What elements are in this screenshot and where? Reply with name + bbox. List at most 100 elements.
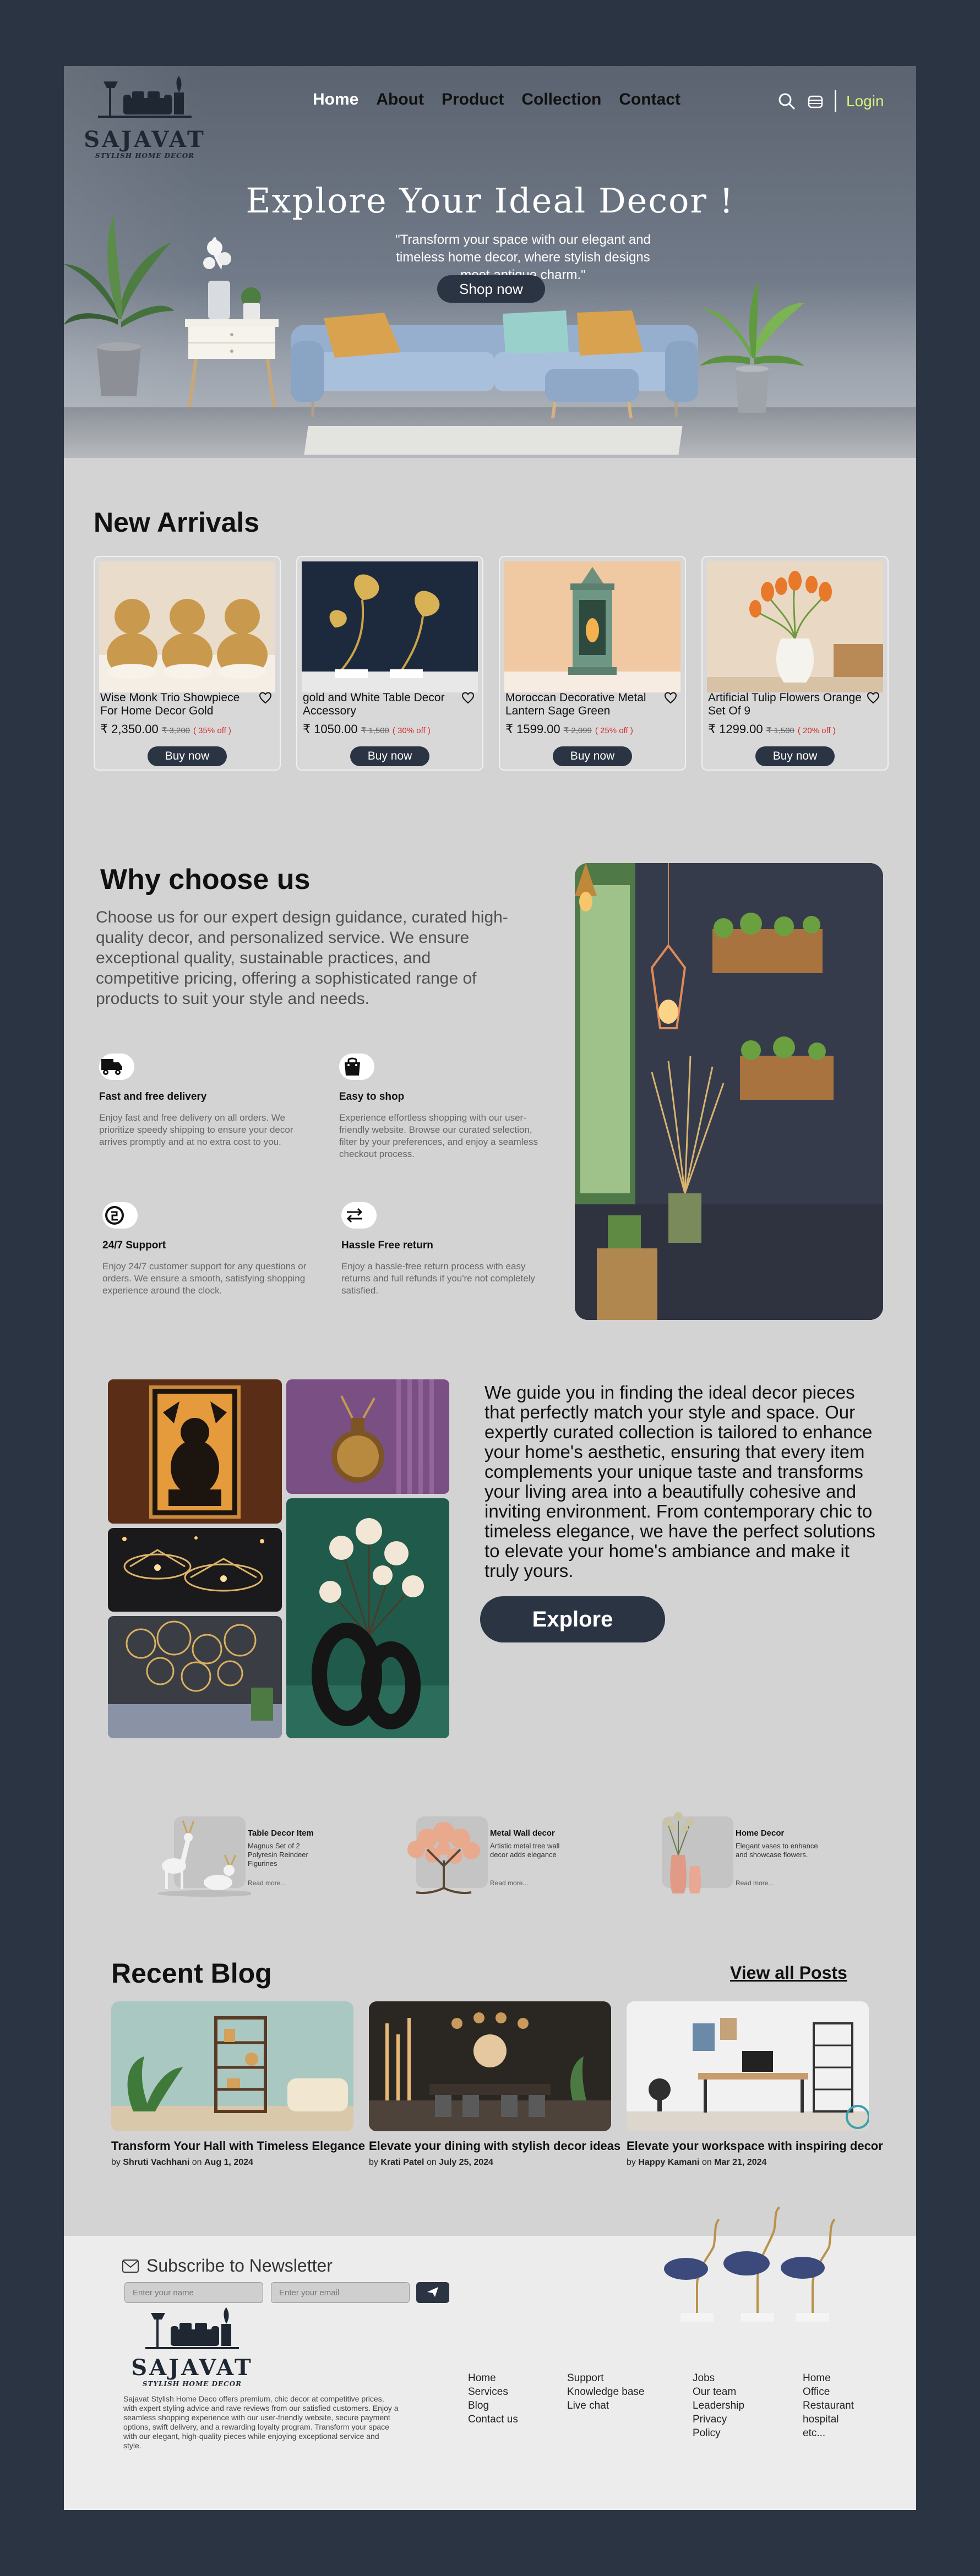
feature-title: Easy to shop [339,1091,405,1103]
product-card[interactable]: Wise Monk Trio Showpiece For Home Decor … [94,556,281,771]
footer-about: Sajavat Stylish Home Deco offers premium… [123,2394,399,2450]
newsletter-email-input[interactable] [271,2282,410,2303]
heart-icon[interactable] [664,691,677,705]
featured-description: Elegant vases to enhance and showcase fl… [736,1842,818,1859]
logo-furniture-icon [145,2307,239,2349]
footer-link[interactable]: Blog [468,2399,518,2413]
footer-link[interactable]: etc... [803,2426,854,2440]
side-table-image [185,237,279,408]
nav-home[interactable]: Home [313,90,358,109]
search-icon[interactable] [777,92,796,111]
buy-now-button[interactable]: Buy now [350,746,429,766]
footer-link[interactable]: Contact us [468,2413,518,2426]
shopping-bag-icon [345,1057,360,1076]
collage-gallery [108,1379,449,1738]
page: SAJAVAT STYLISH HOME DECOR Home About Pr… [64,66,916,2510]
product-image [99,561,275,692]
why-description: Choose us for our expert design guidance… [96,908,508,1008]
newsletter-name-input[interactable] [124,2282,263,2303]
blog-post-image [369,2001,611,2131]
footer-link[interactable]: Leadership [693,2399,744,2413]
shop-now-button[interactable]: Shop now [437,275,545,303]
nav-collection[interactable]: Collection [521,90,601,109]
sofa-image [291,310,698,418]
black-vase-flowers-image [286,1498,449,1738]
blog-post-card[interactable]: Elevate your dining with stylish decor i… [369,2001,620,2168]
nav-about[interactable]: About [376,90,424,109]
blog-post-image [627,2001,869,2131]
footer-link[interactable]: Our team [693,2385,744,2399]
discount-label: ( 25% off ) [595,726,633,735]
footer-links-column: Home Services Blog Contact us [468,2371,518,2426]
login-link[interactable]: Login [846,92,884,110]
product-price: ₹ 2,350.00 [100,722,159,736]
mail-icon [122,2259,139,2273]
rug-image [304,426,683,455]
hero-banner: SAJAVAT STYLISH HOME DECOR Home About Pr… [64,66,916,458]
send-icon [427,2286,438,2297]
brand-logo[interactable]: SAJAVAT STYLISH HOME DECOR [76,76,214,160]
featured-product[interactable]: Table Decor Item Magnus Set of 2 Polyres… [152,1805,389,1899]
feature-title: 24/7 Support [102,1240,166,1251]
product-name: Artificial Tulip Flowers Orange Set Of 9 [708,691,862,717]
brand-tagline: STYLISH HOME DECOR [142,2380,242,2388]
footer-link[interactable]: Services [468,2385,518,2399]
buy-now-button[interactable]: Buy now [148,746,227,766]
product-old-price: ₹ 1,500 [766,726,794,735]
blog-post-title[interactable]: Transform Your Hall with Timeless Elegan… [111,2139,365,2153]
nav-product[interactable]: Product [442,90,504,109]
read-more-link[interactable]: Read more... [736,1879,774,1887]
heart-icon[interactable] [461,691,475,705]
reindeer-figurine-image [157,1816,251,1897]
buy-now-button[interactable]: Buy now [755,746,835,766]
featured-product[interactable]: Metal Wall decor Artistic metal tree wal… [394,1805,631,1899]
footer-links-column: Jobs Our team Leadership Privacy Policy [693,2371,744,2440]
featured-product[interactable]: Home Decor Elegant vases to enhance and … [640,1805,876,1899]
blog-post-image [111,2001,353,2131]
footer-link[interactable]: Live chat [567,2399,645,2413]
product-card[interactable]: Artificial Tulip Flowers Orange Set Of 9… [701,556,889,771]
footer-link[interactable]: Jobs [693,2371,744,2385]
post-date: Aug 1, 2024 [204,2158,253,2167]
heart-icon[interactable] [259,691,272,705]
footer-link[interactable]: hospital [803,2413,854,2426]
footer-link[interactable]: Policy [693,2426,744,2440]
pink-vases-image [662,1812,733,1893]
product-card[interactable]: Moroccan Decorative Metal Lantern Sage G… [499,556,686,771]
footer-link[interactable]: Restaurant [803,2399,854,2413]
blog-post-card[interactable]: Transform Your Hall with Timeless Elegan… [111,2001,365,2168]
footer-link[interactable]: Privacy [693,2413,744,2426]
blog-post-title[interactable]: Elevate your workspace with inspiring de… [627,2139,883,2153]
footer-link[interactable]: Home [468,2371,518,2385]
cart-icon[interactable] [806,92,825,111]
blog-post-card[interactable]: Elevate your workspace with inspiring de… [627,2001,883,2168]
product-card[interactable]: gold and White Table Decor Accessory ₹ 1… [296,556,483,771]
discount-label: ( 30% off ) [392,726,431,735]
footer-link[interactable]: Knowledge base [567,2385,645,2399]
newsletter-heading: Subscribe to Newsletter [122,2256,333,2276]
buy-now-button[interactable]: Buy now [553,746,632,766]
read-more-link[interactable]: Read more... [248,1879,286,1887]
explore-button[interactable]: Explore [480,1596,665,1642]
blog-post-meta: by Shruti Vachhani on Aug 1, 2024 [111,2158,253,2167]
view-all-posts-link[interactable]: View all Posts [730,1963,847,1983]
main-nav: Home About Product Collection Contact [313,90,680,109]
footer-links-column: Home Office Restaurant hospital etc... [803,2371,854,2440]
blog-post-meta: by Krati Patel on July 25, 2024 [369,2158,493,2167]
footer-link[interactable]: Home [803,2371,854,2385]
heart-icon[interactable] [867,691,880,705]
hero-title: Explore Your Ideal Decor ! [246,181,734,221]
site-footer: Subscribe to Newsletter SAJAVAT STYLISH … [64,2206,916,2510]
newsletter-submit-button[interactable] [416,2282,449,2303]
read-more-link[interactable]: Read more... [490,1879,528,1887]
blog-post-title[interactable]: Elevate your dining with stylish decor i… [369,2139,620,2153]
nav-contact[interactable]: Contact [619,90,680,109]
truck-icon [101,1059,122,1075]
footer-logo[interactable]: SAJAVAT STYLISH HOME DECOR [123,2307,261,2390]
product-old-price: ₹ 2,099 [563,726,592,735]
section-title: Why choose us [100,864,311,896]
feature-item: Hassle Free return Enjoy a hassle-free r… [341,1202,551,1297]
footer-link[interactable]: Office [803,2385,854,2399]
footer-link[interactable]: Support [567,2371,645,2385]
post-author: Happy Kamani [638,2158,700,2167]
